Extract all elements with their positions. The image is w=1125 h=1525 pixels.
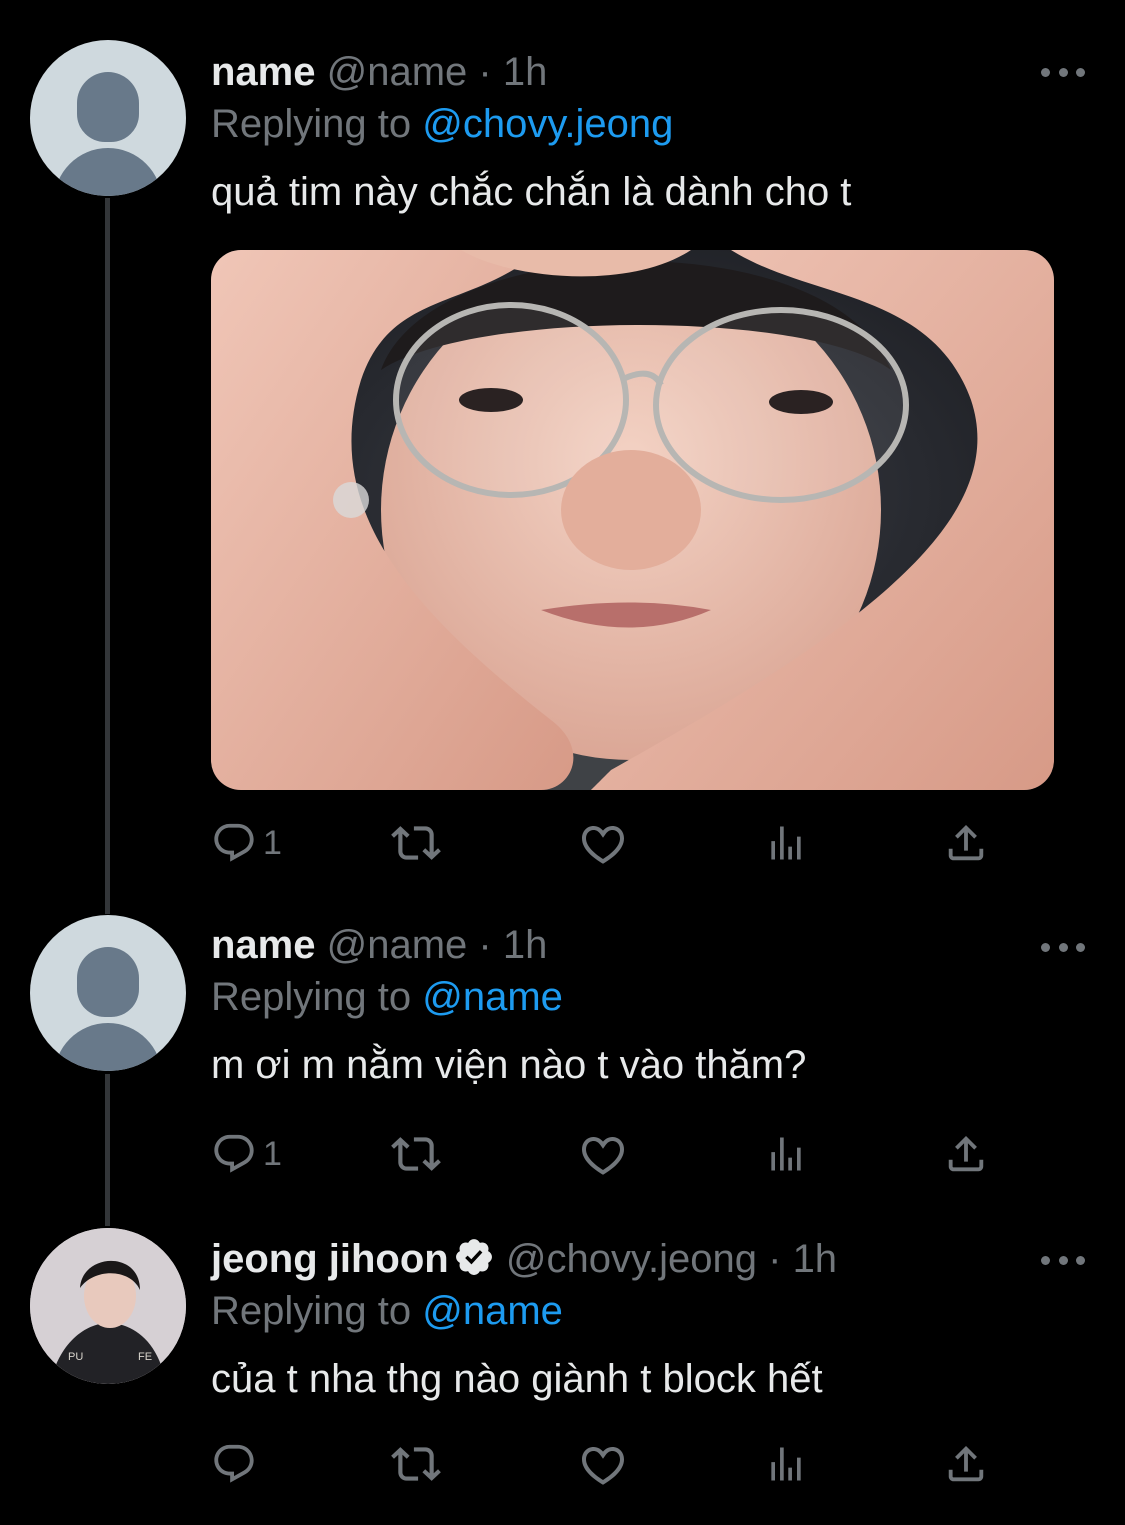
views-icon [771,1137,801,1171]
tweet-text: m ơi m nằm viện nào t vào thăm? [211,1043,807,1087]
separator-dot: · [478,50,492,94]
reply-count: 1 [263,1134,282,1173]
like-button[interactable] [579,1129,627,1179]
timestamp[interactable]: 1h [503,50,548,94]
reply-icon [214,823,254,862]
share-button[interactable] [943,818,989,868]
retweet-button[interactable] [391,1439,441,1489]
share-icon [948,1445,984,1482]
share-button[interactable] [943,1129,989,1179]
user-handle[interactable]: @name [327,923,468,967]
reply-button[interactable] [211,1439,263,1489]
like-icon [582,1447,624,1485]
views-button[interactable] [764,1439,808,1489]
tweet-media-image[interactable] [211,250,1054,790]
display-name[interactable]: name [211,50,316,94]
reply-button[interactable]: 1 [211,1129,282,1179]
timestamp[interactable]: 1h [793,1237,838,1281]
more-icon[interactable] [1041,62,1085,82]
views-icon [771,826,801,860]
display-name[interactable]: name [211,923,316,967]
reply-mention-link[interactable]: @name [422,1289,563,1333]
reply-mention-link[interactable]: @name [422,975,563,1019]
retweet-icon [391,826,441,860]
tweet[interactable]: PU FE jeong jihoon @chovy.jeong · 1h Rep… [0,1228,1125,1498]
separator-dot: · [768,1237,782,1281]
reply-button[interactable]: 1 [211,818,282,868]
like-icon [582,1137,624,1175]
display-name[interactable]: jeong jihoon [211,1237,449,1281]
retweet-icon [391,1447,441,1481]
reply-count: 1 [263,823,282,862]
avatar[interactable] [30,40,186,196]
tweet-text: của t nha thg nào giành t block hết [211,1357,823,1401]
svg-text:PU: PU [68,1351,83,1363]
share-button[interactable] [943,1439,989,1489]
share-icon [948,1135,984,1172]
reply-mention-link[interactable]: @chovy.jeong [422,102,673,146]
tweet-text: quả tim này chắc chắn là dành cho t [211,170,852,214]
svg-text:FE: FE [138,1351,152,1363]
user-handle[interactable]: @name [327,50,468,94]
reply-icon [214,1134,254,1173]
views-button[interactable] [764,1129,808,1179]
replying-to-label: Replying to [211,975,412,1019]
like-button[interactable] [579,818,627,868]
timestamp[interactable]: 1h [503,923,548,967]
reply-icon [214,1444,254,1483]
avatar[interactable] [30,915,186,1071]
separator-dot: · [478,923,492,967]
more-icon[interactable] [1041,937,1085,957]
tweet[interactable]: name @name · 1h Replying to @chovy.jeong… [0,40,1125,890]
retweet-button[interactable] [391,818,441,868]
share-icon [948,824,984,861]
verified-badge-icon [455,1239,492,1275]
like-icon [582,826,624,864]
retweet-button[interactable] [391,1129,441,1179]
views-button[interactable] [764,818,808,868]
like-button[interactable] [579,1439,627,1489]
replying-to-label: Replying to [211,102,412,146]
more-icon[interactable] [1041,1250,1085,1270]
views-icon [771,1447,801,1481]
tweet[interactable]: name @name · 1h Replying to @name m ơi m… [0,915,1125,1195]
retweet-icon [391,1137,441,1171]
replying-to-label: Replying to [211,1289,412,1333]
avatar[interactable]: PU FE [30,1228,186,1384]
user-handle[interactable]: @chovy.jeong [506,1237,757,1281]
